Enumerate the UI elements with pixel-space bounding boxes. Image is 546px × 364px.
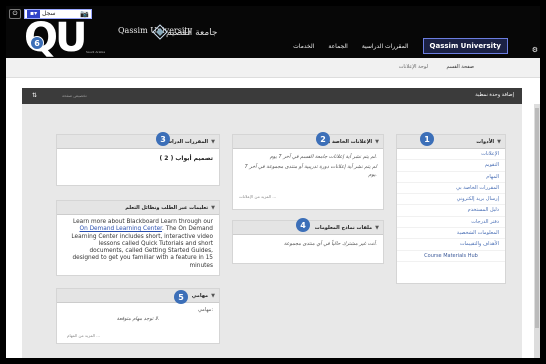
tools-title: الأدوات [476, 138, 495, 145]
tasks-title: مهامي [191, 292, 209, 299]
step-4: 4 [296, 218, 310, 232]
odl-title: تعليمات عبر الطلب ونظائل التعلم [125, 204, 209, 211]
tool-grades[interactable]: دفتر الدرجات [397, 217, 505, 229]
tools-module: الأدوات ▼ الإعلانات التقويم المهام المقر… [396, 134, 506, 284]
module-area: الأدوات ▼ الإعلانات التقويم المهام المقر… [22, 104, 522, 358]
step-2: 2 [316, 132, 330, 146]
step-6: 6 [30, 36, 44, 50]
more-announcements-link[interactable]: المزيد من الإعلانات ... [239, 194, 276, 199]
gear-icon[interactable]: ⚙ [532, 46, 538, 54]
step-3: 3 [156, 132, 170, 146]
sub-header: صفحة القسم لوحة الإعلانات [6, 58, 540, 78]
tool-announcements[interactable]: الإعلانات [397, 149, 505, 161]
collapse-arrow-icon[interactable]: ▼ [211, 205, 215, 211]
groups-text: أنت غير مشترك حالياً في أي منتدى مجموعة. [283, 241, 377, 247]
tasks-empty-text: لا توجد مهام متوقعة. [116, 316, 160, 322]
tab-department-page[interactable]: صفحة القسم [446, 64, 474, 70]
tasks-module: مهامي ▼ مهامي: لا توجد مهام متوقعة. المز… [56, 288, 220, 344]
my-courses-module: المقررات الدراسية ▼ تصميم أبواب ( 2 ) [56, 134, 220, 186]
collapse-arrow-icon[interactable]: ▼ [211, 293, 215, 299]
tool-my-courses[interactable]: المقررات الخاصة بي [397, 183, 505, 195]
module-header: الأدوات ▼ [397, 135, 505, 149]
announcement-line: لم يتم نشر أية إعلانات دورة تدريبية أو م… [244, 164, 377, 178]
groups-title: ملفات نماذج المعلومات [314, 224, 373, 231]
tool-send-email[interactable]: إرسال بريد إلكتروني [397, 194, 505, 206]
announcement-line: لم يتم نشر أية إعلانات جامعة القسم في آخ… [269, 154, 377, 160]
tool-goals[interactable]: الأهداف والتقييمات [397, 239, 505, 251]
personalize-link[interactable]: تخصيص صفحة [62, 93, 87, 98]
step-5: 5 [174, 290, 188, 304]
vertical-scrollbar[interactable] [534, 104, 540, 358]
collapse-arrow-icon[interactable]: ▼ [497, 139, 501, 145]
scrollbar-thumb[interactable] [535, 108, 539, 328]
page-action-bar: ⇅ تخصيص صفحة إضافة وحدة نمطية [22, 88, 522, 104]
module-header: مهامي ▼ [57, 289, 219, 303]
tool-course-materials-hub[interactable]: Course Materials Hub [397, 251, 505, 262]
tool-user-guide[interactable]: دليل المستخدم [397, 205, 505, 217]
more-tasks-link[interactable]: المزيد من المهام ... [67, 333, 100, 338]
nav-courses[interactable]: المقررات الدراسية [362, 43, 409, 50]
top-header: ⏻ ▪▾ سجل 📷 QU 6 Saudi Arabia Qassim Univ… [6, 6, 540, 58]
course-link[interactable]: تصميم أبواب ( 2 ) [57, 149, 219, 168]
main-nav: الخدمات الجماعة المقررات الدراسية Qassim… [293, 38, 508, 54]
nav-active-tab[interactable]: Qassim University [422, 38, 508, 54]
my-announcements-title: الإعلانات الخاصة بي [323, 138, 373, 145]
university-name-ar: جامعة القصيم [166, 28, 218, 38]
module-header: تعليمات عبر الطلب ونظائل التعلم ▼ [57, 201, 219, 215]
collapse-arrow-icon[interactable]: ▼ [375, 225, 379, 231]
nav-services[interactable]: الخدمات [293, 43, 314, 50]
collapse-arrow-icon[interactable]: ▼ [375, 139, 379, 145]
tool-personal-info[interactable]: المعلومات الشخصية [397, 228, 505, 240]
tab-announcements-board[interactable]: لوحة الإعلانات [399, 64, 428, 70]
module-header: الإعلانات الخاصة بي ▼ [233, 135, 383, 149]
on-demand-learning-module: تعليمات عبر الطلب ونظائل التعلم ▼ Learn … [56, 200, 220, 276]
module-header: المقررات الدراسية ▼ [57, 135, 219, 149]
tool-calendar[interactable]: التقويم [397, 160, 505, 172]
tool-tasks[interactable]: المهام [397, 172, 505, 183]
browser-frame: ⏻ ▪▾ سجل 📷 QU 6 Saudi Arabia Qassim Univ… [6, 6, 540, 358]
power-icon[interactable]: ⏻ [9, 8, 21, 19]
tasks-label: مهامي: [197, 307, 213, 313]
nav-community[interactable]: الجماعة [328, 43, 347, 50]
reorder-icon[interactable]: ⇅ [32, 92, 37, 99]
add-module-button[interactable]: إضافة وحدة نمطية [475, 92, 514, 98]
collapse-arrow-icon[interactable]: ▼ [211, 139, 215, 145]
my-announcements-module: الإعلانات الخاصة بي ▼ لم يتم نشر أية إعل… [232, 134, 384, 210]
odl-link[interactable]: On Demand Learning Center [80, 226, 163, 232]
logo-subtitle: Saudi Arabia [86, 50, 106, 54]
odl-text: Learn more about Blackboard Learn throug… [71, 219, 213, 269]
step-1: 1 [420, 132, 434, 146]
